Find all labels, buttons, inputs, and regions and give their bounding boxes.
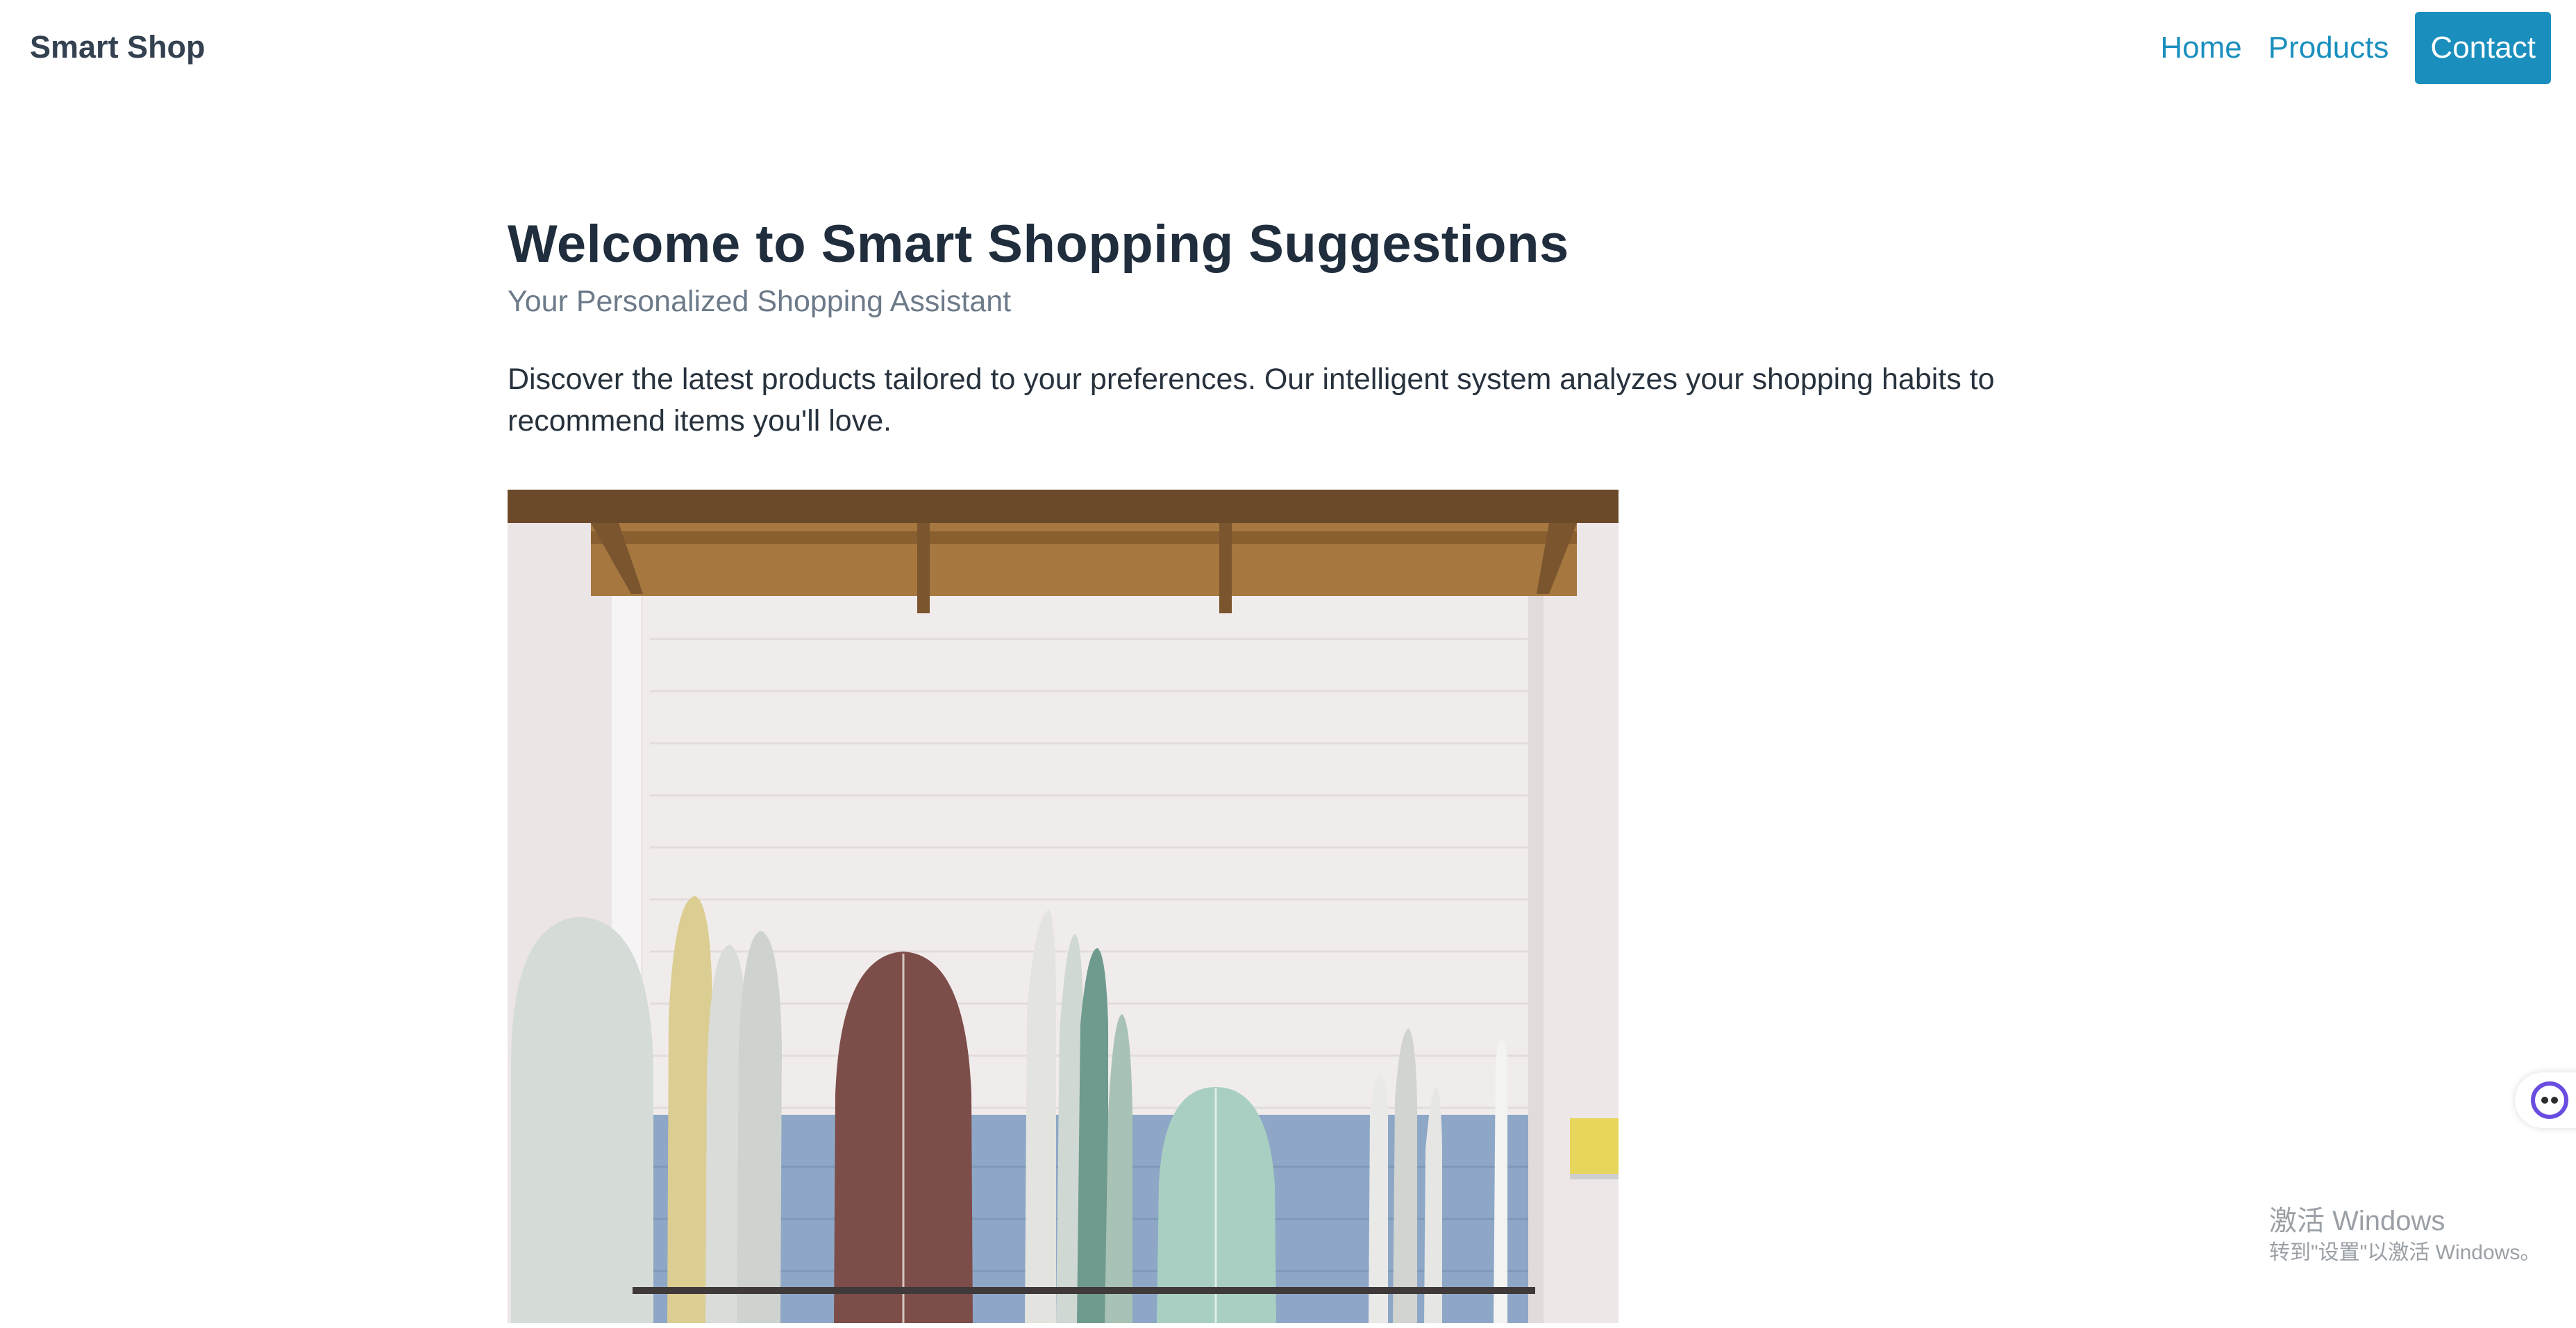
hero-section: Welcome to Smart Shopping Suggestions Yo… — [508, 208, 2035, 442]
nav-home-link[interactable]: Home — [2160, 27, 2241, 69]
windows-activation-watermark: 激活 Windows 转到"设置"以激活 Windows。 — [2269, 1203, 2541, 1267]
brand-logo[interactable]: Smart Shop — [30, 26, 206, 68]
hero-image — [508, 490, 1619, 1323]
assistant-floating-button[interactable] — [2515, 1072, 2576, 1128]
nav-contact-button[interactable]: Contact — [2415, 12, 2551, 84]
page-description: Discover the latest products tailored to… — [508, 363, 1995, 438]
page: Smart Shop Home Products Contact Welcome… — [0, 0, 2576, 1328]
watermark-title: 激活 Windows — [2269, 1206, 2445, 1236]
nav-products-link[interactable]: Products — [2268, 27, 2389, 69]
assistant-face-icon — [2531, 1081, 2568, 1119]
nav-links: Home Products Contact — [2160, 12, 2551, 84]
navbar: Smart Shop Home Products Contact — [0, 0, 2576, 97]
watermark-subtitle: 转到"设置"以激活 Windows。 — [2269, 1241, 2541, 1264]
page-title: Welcome to Smart Shopping Suggestions — [508, 215, 1569, 274]
page-subtitle: Your Personalized Shopping Assistant — [508, 285, 1012, 318]
surfboards-photo — [508, 490, 1619, 1323]
